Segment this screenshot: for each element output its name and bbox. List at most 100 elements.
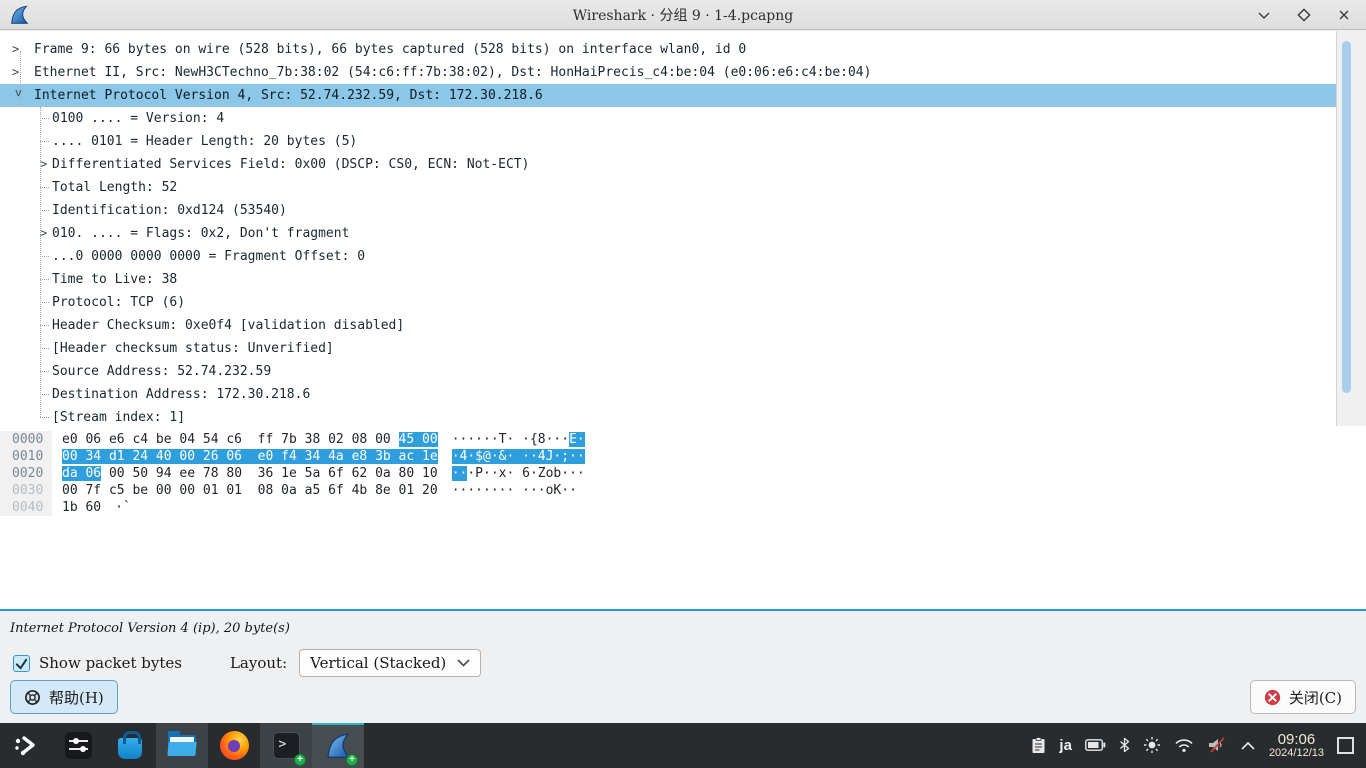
show-packet-bytes-checkbox[interactable]	[13, 655, 30, 672]
tree-row-label: [Header checksum status: Unverified]	[52, 341, 334, 356]
folder-icon	[168, 735, 196, 756]
discover-button[interactable]	[104, 723, 156, 768]
tree-row-label: Total Length: 52	[52, 180, 177, 195]
tree-row[interactable]: >Frame 9: 66 bytes on wire (528 bits), 6…	[0, 38, 1336, 61]
byte-offset: 0000	[0, 431, 52, 448]
minimize-icon[interactable]	[1256, 7, 1272, 23]
tree-row[interactable]: Time to Live: 38	[0, 268, 1336, 291]
hex-row[interactable]: 003000 7f c5 be 00 00 01 01 08 0a a5 6f …	[0, 482, 1366, 499]
tree-row-label: Internet Protocol Version 4, Src: 52.74.…	[34, 88, 543, 103]
tree-branch-tick	[40, 394, 49, 395]
tree-branch-tick	[40, 417, 49, 418]
tree-branch-tick	[40, 279, 49, 280]
close-button[interactable]: 关闭(C)	[1250, 680, 1356, 714]
battery-icon[interactable]	[1085, 739, 1106, 751]
close-button-label: 关闭(C)	[1289, 687, 1342, 708]
clipboard-icon[interactable]	[1031, 737, 1046, 754]
tree-row[interactable]: >Ethernet II, Src: NewH3CTechno_7b:38:02…	[0, 61, 1336, 84]
tree-row[interactable]: 0100 .... = Version: 4	[0, 107, 1336, 130]
tree-row-label: Frame 9: 66 bytes on wire (528 bits), 66…	[34, 42, 746, 57]
byte-offset: 0040	[0, 499, 52, 516]
tree-row[interactable]: [Header checksum status: Unverified]	[0, 337, 1336, 360]
close-window-icon[interactable]	[1336, 7, 1352, 23]
tree-guide-line	[40, 107, 41, 417]
tree-scrollbar[interactable]	[1336, 31, 1366, 426]
tree-branch-tick	[40, 210, 49, 211]
ascii-bytes: ·4·$@·&· ··4J·;··	[452, 448, 585, 465]
new-window-badge: +	[346, 754, 358, 766]
dialog-footer: Internet Protocol Version 4 (ip), 20 byt…	[0, 613, 1366, 723]
tree-scrollbar-thumb[interactable]	[1342, 41, 1351, 393]
byte-offset: 0010	[0, 448, 52, 465]
tree-branch-tick	[40, 302, 49, 303]
hex-bytes: 00 7f c5 be 00 00 01 01 08 0a a5 6f 4b 8…	[62, 482, 438, 499]
input-method-indicator[interactable]: ja	[1059, 737, 1072, 754]
file-manager-task[interactable]	[156, 723, 208, 768]
tree-row[interactable]: ...0 0000 0000 0000 = Fragment Offset: 0	[0, 245, 1336, 268]
tree-row[interactable]: .... 0101 = Header Length: 20 bytes (5)	[0, 130, 1336, 153]
firefox-icon	[220, 731, 249, 760]
volume-muted-icon[interactable]	[1207, 737, 1227, 753]
ascii-bytes: ········ ···oK··	[452, 482, 585, 499]
wireshark-task[interactable]: +	[312, 723, 364, 768]
tree-branch-tick	[40, 256, 49, 257]
konsole-task[interactable]: > +	[260, 723, 312, 768]
app-launcher-icon	[14, 735, 38, 757]
ascii-bytes: ······T· ·{8···E·	[452, 431, 585, 448]
hex-bytes: 1b 60	[62, 499, 101, 516]
firefox-button[interactable]	[208, 723, 260, 768]
hex-bytes: 00 34 d1 24 40 00 26 06 e0 f4 34 4a e8 3…	[62, 448, 438, 465]
ascii-bytes: ···P··x· 6·Zob···	[452, 465, 585, 482]
system-settings-icon	[65, 732, 92, 759]
system-settings-button[interactable]	[52, 723, 104, 768]
tree-row-label: Header Checksum: 0xe0f4 [validation disa…	[52, 318, 404, 333]
window-title: Wireshark · 分组 9 · 1-4.pcapng	[0, 5, 1366, 25]
clock-time: 09:06	[1269, 732, 1324, 748]
hex-bytes: da 06 00 50 94 ee 78 80 36 1e 5a 6f 62 0…	[62, 465, 438, 482]
tree-row-label: 0100 .... = Version: 4	[52, 111, 224, 126]
wifi-icon[interactable]	[1174, 737, 1194, 753]
hex-row[interactable]: 0020da 06 00 50 94 ee 78 80 36 1e 5a 6f …	[0, 465, 1366, 482]
tree-row-label: ...0 0000 0000 0000 = Fragment Offset: 0	[52, 249, 365, 264]
tree-row-label: Protocol: TCP (6)	[52, 295, 185, 310]
tree-row[interactable]: > Internet Protocol Version 4, Src: 52.74…	[0, 84, 1336, 107]
app-launcher-button[interactable]	[0, 723, 52, 768]
tree-row-label: Ethernet II, Src: NewH3CTechno_7b:38:02 …	[34, 65, 871, 80]
tree-branch-tick	[40, 118, 49, 119]
expand-icon[interactable]: >	[40, 222, 52, 245]
help-button[interactable]: 帮助(H)	[10, 680, 118, 714]
ascii-bytes: ·`	[115, 499, 131, 516]
collapse-icon[interactable]: >	[7, 90, 30, 102]
expand-icon[interactable]: >	[12, 38, 34, 61]
bluetooth-icon[interactable]	[1119, 737, 1130, 753]
tree-row-label: .... 0101 = Header Length: 20 bytes (5)	[52, 134, 357, 149]
expand-icon[interactable]: >	[40, 153, 52, 176]
tree-row[interactable]: >010. .... = Flags: 0x2, Don't fragment	[0, 222, 1336, 245]
hex-bytes: e0 06 e6 c4 be 04 54 c6 ff 7b 38 02 08 0…	[62, 431, 438, 448]
tree-row[interactable]: Protocol: TCP (6)	[0, 291, 1336, 314]
new-window-badge: +	[294, 754, 306, 766]
show-desktop-button[interactable]	[1337, 737, 1354, 754]
layout-dropdown-value: Vertical (Stacked)	[310, 654, 457, 672]
tree-row[interactable]: Source Address: 52.74.232.59	[0, 360, 1336, 383]
tree-row[interactable]: Header Checksum: 0xe0f4 [validation disa…	[0, 314, 1336, 337]
layout-dropdown[interactable]: Vertical (Stacked)	[299, 649, 481, 677]
tree-row[interactable]: Total Length: 52	[0, 176, 1336, 199]
tree-row-label: Source Address: 52.74.232.59	[52, 364, 271, 379]
tree-row[interactable]: >Differentiated Services Field: 0x00 (DS…	[0, 153, 1336, 176]
tree-row[interactable]: Destination Address: 172.30.218.6	[0, 383, 1336, 406]
window-titlebar: Wireshark · 分组 9 · 1-4.pcapng	[0, 0, 1366, 30]
brightness-icon[interactable]	[1143, 736, 1161, 754]
tree-row[interactable]: Identification: 0xd124 (53540)	[0, 199, 1336, 222]
expand-tray-icon[interactable]	[1240, 741, 1256, 750]
expand-icon[interactable]: >	[12, 61, 34, 84]
tree-branch-tick	[40, 187, 49, 188]
tree-branch-tick	[40, 348, 49, 349]
hex-row[interactable]: 0010 00 34 d1 24 40 00 26 06 e0 f4 34 4a …	[0, 448, 1366, 465]
tree-row-label: Identification: 0xd124 (53540)	[52, 203, 287, 218]
hex-row[interactable]: 0000 e0 06 e6 c4 be 04 54 c6 ff 7b 38 02 …	[0, 431, 1366, 448]
hex-row[interactable]: 0040 1b 60 ·`	[0, 499, 1366, 516]
clock[interactable]: 09:06 2024/12/13	[1269, 732, 1324, 759]
tree-branch-tick	[40, 141, 49, 142]
maximize-icon[interactable]	[1296, 7, 1312, 23]
